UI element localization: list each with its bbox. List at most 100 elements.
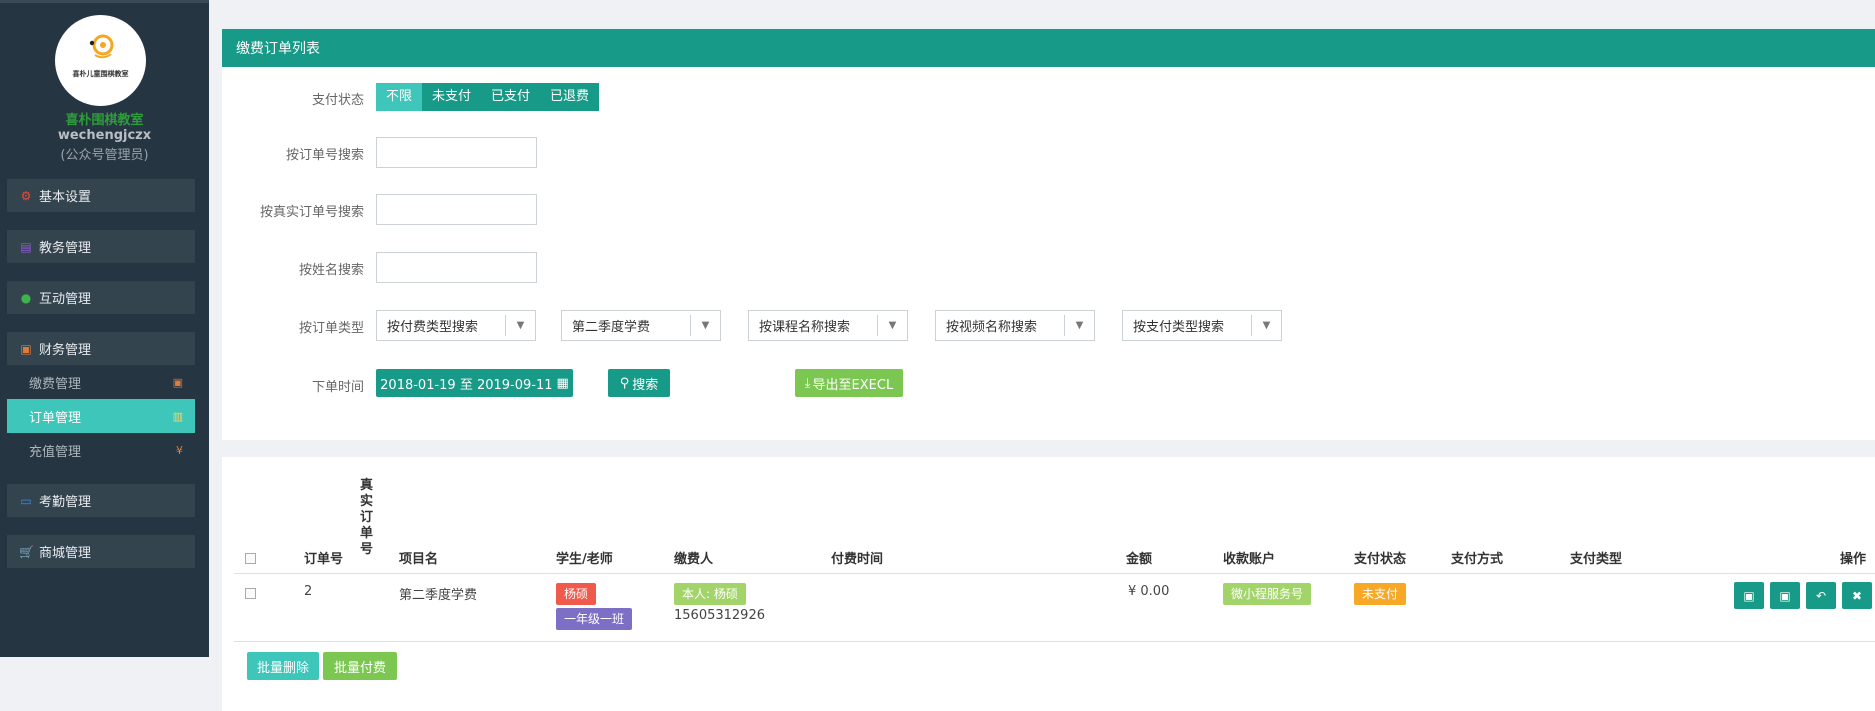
col-real-order-no-char: 真 (360, 478, 374, 493)
chevron-down-icon: ▼ (690, 315, 720, 336)
name-label: 按姓名搜索 (298, 263, 364, 278)
status-badge: 未支付 (1354, 583, 1407, 605)
col-status: 支付状态 (1354, 552, 1407, 567)
search-icon: ⚲ (619, 375, 630, 391)
row-divider (234, 641, 1875, 642)
money-icon: ▣ (172, 375, 183, 389)
pay-status-toggle: 不限 未支付 已支付 已退费 (376, 83, 600, 111)
account-role: (公众号管理员) (60, 148, 149, 163)
nav-finance[interactable]: ▣ 财务管理 (7, 332, 195, 365)
download-icon: ⤓ (804, 375, 811, 391)
cell-project: 第二季度学费 (399, 588, 478, 603)
bar-chart-icon: ▥ (172, 409, 183, 423)
order-time-label: 下单时间 (311, 380, 364, 395)
school-name: 喜朴围棋教室 (65, 113, 144, 128)
orders-table-panel: 订单号 真 实 订 单 号 项目名 学生/老师 缴费人 付费时间 金额 收款账户… (222, 457, 1875, 711)
course-select[interactable]: 按课程名称搜索 ▼ (748, 310, 908, 341)
date-range-picker[interactable]: 2018-01-19 至 2019-09-11 ▦ (376, 369, 573, 397)
refund-button[interactable]: ↶ (1806, 582, 1836, 609)
pay-status-paid[interactable]: 已支付 (481, 83, 541, 111)
col-order-no: 订单号 (304, 552, 344, 567)
nav-academic[interactable]: ▤ 教务管理 (7, 230, 195, 263)
chevron-down-icon: ▼ (1064, 315, 1094, 336)
nav-label: 互动管理 (39, 292, 92, 307)
cart-icon: 🛒 (19, 544, 34, 559)
col-method: 支付方式 (1451, 552, 1504, 567)
order-no-input[interactable] (376, 137, 537, 168)
batch-delete-button[interactable]: 批量删除 (247, 652, 319, 680)
nav-label: 财务管理 (39, 343, 92, 358)
close-icon: ✖ (1851, 588, 1863, 603)
select-value: 按支付类型搜索 (1133, 320, 1225, 335)
col-payer: 缴费人 (674, 552, 714, 567)
pay-status-refunded[interactable]: 已退费 (540, 83, 600, 111)
pay-status-unpaid[interactable]: 未支付 (422, 83, 482, 111)
nav-label: 教务管理 (39, 241, 92, 256)
pay-status-all[interactable]: 不限 (376, 83, 423, 111)
col-account: 收款账户 (1223, 552, 1276, 567)
nav-sub-fee[interactable]: 缴费管理 ▣ (7, 365, 195, 399)
delete-button[interactable]: ✖ (1842, 582, 1872, 609)
nav-attendance[interactable]: ▭ 考勤管理 (7, 484, 195, 517)
video-select[interactable]: 按视频名称搜索 ▼ (935, 310, 1095, 341)
pay-type-select[interactable]: 按支付类型搜索 ▼ (1122, 310, 1282, 341)
cell-amount: ¥ 0.00 (1128, 584, 1170, 599)
nav-sub-orders[interactable]: 订单管理 ▥ (7, 399, 195, 433)
chevron-down-icon: ▼ (877, 315, 907, 336)
row-checkbox[interactable] (245, 588, 256, 599)
col-real-order-no: 真 实 订 单 号 (360, 478, 374, 558)
payer-tag: 本人: 杨硕 (674, 583, 746, 605)
nav-sub-label: 充值管理 (29, 444, 82, 460)
nav-basic-settings[interactable]: ⚙ 基本设置 (7, 179, 195, 212)
nav-label: 基本设置 (39, 190, 92, 205)
batch-pay-button[interactable]: 批量付费 (323, 652, 397, 680)
fee-item-select[interactable]: 第二季度学费 ▼ (561, 310, 721, 341)
logo-mark-icon (89, 34, 114, 59)
select-all-checkbox[interactable] (245, 553, 256, 564)
date-range-value: 2018-01-19 至 2019-09-11 (380, 377, 553, 393)
nav-sub-recharge[interactable]: 充值管理 ¥ (7, 433, 195, 467)
real-order-no-input[interactable] (376, 194, 537, 225)
chat-icon: ● (20, 290, 32, 305)
account-tag: 微小程服务号 (1223, 583, 1312, 605)
col-real-order-no-char: 号 (360, 542, 374, 557)
col-type: 支付类型 (1570, 552, 1623, 567)
nav-label: 考勤管理 (39, 495, 92, 510)
order-no-label: 按订单号搜索 (285, 148, 364, 163)
sidebar: 喜朴儿童围棋教室 喜朴围棋教室 wechengjczx (公众号管理员) ⚙ 基… (0, 0, 209, 657)
col-action: 操作 (1840, 552, 1867, 567)
col-student: 学生/老师 (556, 552, 613, 567)
account-name: wechengjczx (57, 128, 152, 143)
search-button[interactable]: ⚲ 搜索 (608, 369, 670, 397)
name-input[interactable] (376, 252, 537, 283)
class-tag: 一年级一班 (556, 608, 633, 630)
money-icon: ▣ (20, 341, 32, 356)
select-value: 按付费类型搜索 (387, 320, 479, 335)
view-payment-button[interactable]: ▣ (1770, 582, 1800, 609)
search-button-label: 搜索 (632, 377, 659, 393)
database-icon: ▤ (20, 239, 32, 254)
export-button[interactable]: ⤓ 导出至EXECL (795, 369, 903, 397)
nav-sub-label: 订单管理 (29, 410, 82, 426)
select-value: 第二季度学费 (572, 320, 651, 335)
col-pay-time: 付费时间 (831, 552, 884, 567)
fee-type-select[interactable]: 按付费类型搜索 ▼ (376, 310, 536, 341)
gear-icon: ⚙ (20, 188, 32, 203)
student-tag: 杨硕 (556, 583, 597, 605)
school-logo: 喜朴儿童围棋教室 (55, 15, 146, 106)
nav-mall[interactable]: 🛒 商城管理 (7, 535, 195, 568)
col-amount: 金额 (1126, 552, 1153, 567)
card-icon: ▭ (20, 493, 32, 508)
col-real-order-no-char: 订 (360, 510, 374, 525)
select-value: 按视频名称搜索 (946, 320, 1038, 335)
real-order-no-label: 按真实订单号搜索 (259, 205, 364, 220)
nav-interaction[interactable]: ● 互动管理 (7, 281, 195, 314)
payer-phone: 15605312926 (674, 608, 765, 623)
export-button-label: 导出至EXECL (812, 377, 894, 393)
filter-panel: 缴费订单列表 支付状态 不限 未支付 已支付 已退费 按订单号搜索 按真实订单号… (222, 29, 1875, 440)
order-type-label: 按订单类型 (298, 321, 364, 336)
cell-order-no: 2 (304, 584, 313, 599)
money-icon: ▣ (1743, 588, 1755, 603)
nav-label: 商城管理 (39, 546, 92, 561)
view-detail-button[interactable]: ▣ (1734, 582, 1764, 609)
